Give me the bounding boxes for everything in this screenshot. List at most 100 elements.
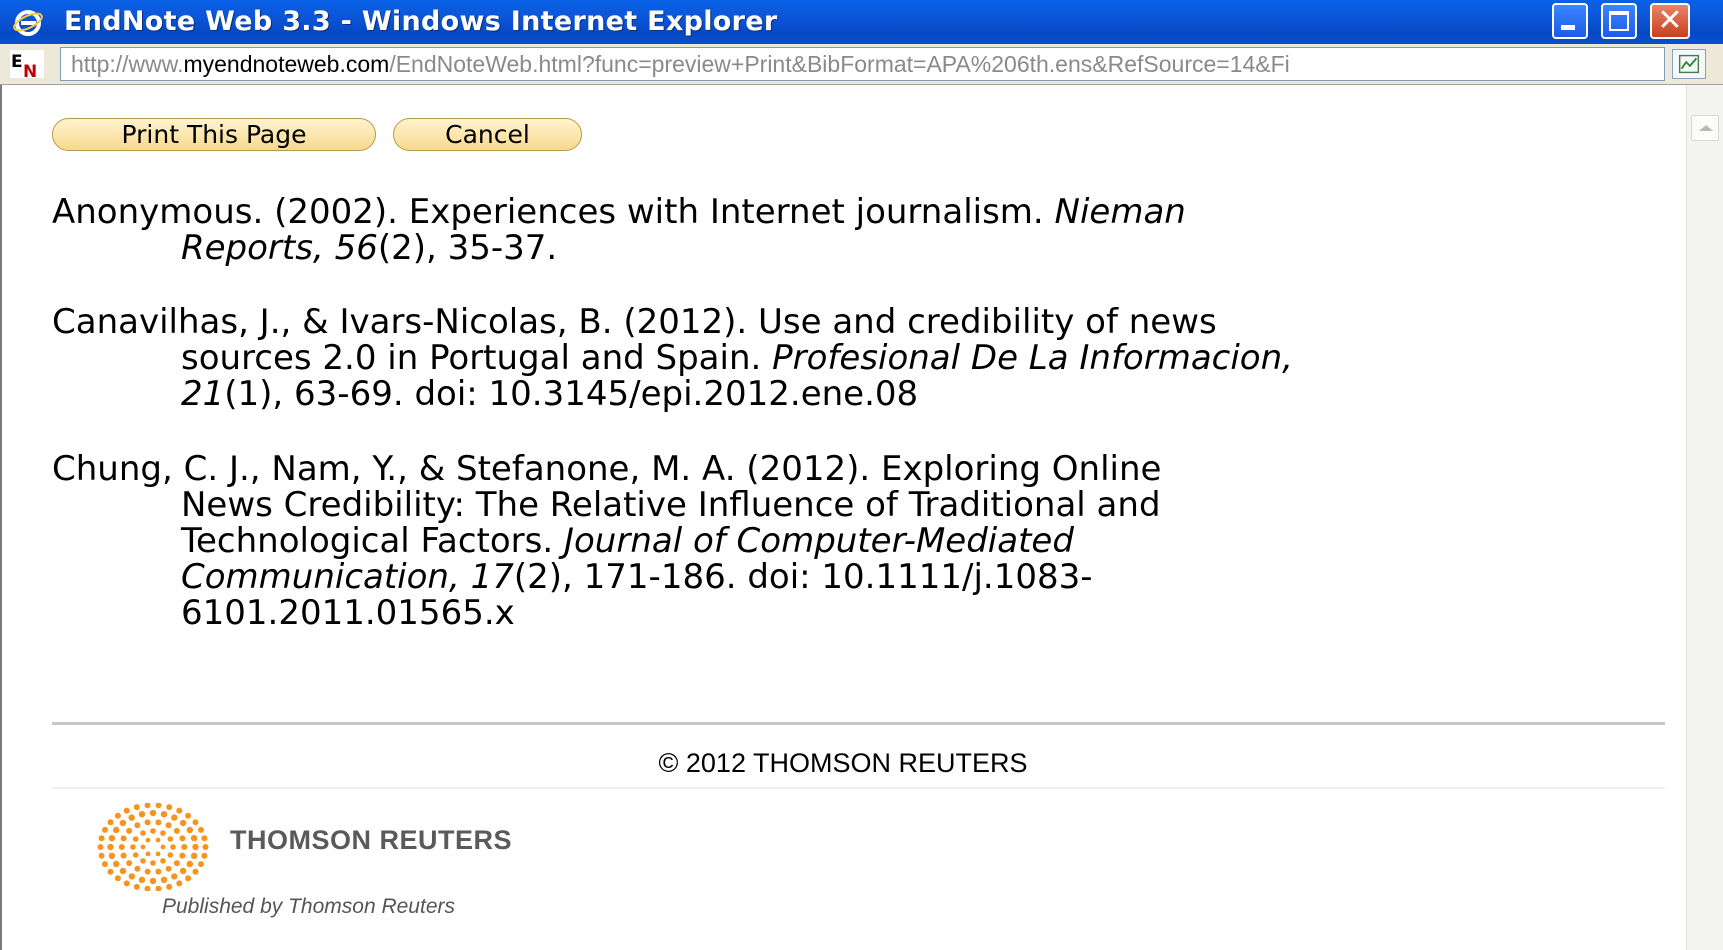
logo-dot xyxy=(171,814,178,821)
logo-dot xyxy=(114,812,121,819)
minimize-icon xyxy=(1561,25,1575,30)
page-status-icon[interactable] xyxy=(1672,49,1706,79)
close-button[interactable]: ✕ xyxy=(1650,3,1690,39)
reference-entry: Chung, C. J., Nam, Y., & Stefanone, M. A… xyxy=(52,449,1162,633)
logo-dot xyxy=(140,844,146,850)
published-by-text: Published by Thomson Reuters xyxy=(162,895,455,918)
logo-dot xyxy=(144,819,151,826)
url-text: http://www.myendnoteweb.com/EndNoteWeb.h… xyxy=(71,51,1290,77)
reference-entry: Canavilhas, J., & Ivars-Nicolas, B. (201… xyxy=(52,302,1293,414)
logo-dot xyxy=(202,844,209,850)
logo-dot xyxy=(198,861,204,868)
logo-dot xyxy=(160,811,168,818)
scroll-up-button[interactable] xyxy=(1691,115,1719,141)
logo-dot xyxy=(119,819,127,827)
logo-dot xyxy=(150,828,156,834)
footer-divider xyxy=(52,722,1665,725)
logo-dot xyxy=(119,867,127,875)
reference-entry: Anonymous. (2002). Experiences with Inte… xyxy=(52,192,1186,268)
logo-dot xyxy=(160,876,168,883)
logo-dot xyxy=(120,852,127,859)
chevron-up-icon xyxy=(1699,125,1713,131)
logo-dot xyxy=(192,843,199,851)
page-content: Print This Page Cancel Anonymous. (2002)… xyxy=(0,85,1686,950)
logo-dot xyxy=(149,877,157,885)
logo-dot xyxy=(176,807,183,814)
logo-dot xyxy=(201,835,208,842)
logo-dot xyxy=(155,803,162,809)
logo-dot xyxy=(181,844,188,850)
logo-dot xyxy=(130,844,136,850)
close-icon: ✕ xyxy=(1657,3,1683,38)
logo-dot xyxy=(107,819,114,826)
svg-text:N: N xyxy=(23,62,37,78)
logo-dot xyxy=(192,819,199,826)
logo-dot xyxy=(128,814,135,821)
logo-dot xyxy=(140,830,146,836)
logo-dot xyxy=(201,852,208,859)
logo-dot xyxy=(190,835,198,842)
logo-dot xyxy=(150,860,156,866)
logo-dot xyxy=(171,873,178,880)
logo-dot xyxy=(155,885,162,891)
vertical-scrollbar[interactable] xyxy=(1686,85,1723,950)
logo-dot xyxy=(126,827,133,834)
logo-dot xyxy=(134,822,141,829)
logo-dot xyxy=(144,803,151,809)
minimize-button[interactable] xyxy=(1552,3,1588,39)
logo-dot xyxy=(138,876,146,883)
logo-dot xyxy=(107,868,114,875)
maximize-button[interactable] xyxy=(1601,3,1637,39)
title-bar[interactable]: EndNote Web 3.3 - Windows Internet Explo… xyxy=(0,0,1723,44)
maximize-icon xyxy=(1609,11,1629,31)
logo-dot xyxy=(179,835,186,842)
logo-dot xyxy=(155,819,162,826)
logo-dot xyxy=(160,858,166,864)
logo-dot xyxy=(132,852,139,858)
logo-dot xyxy=(102,861,108,868)
endnote-favicon-icon: E N xyxy=(10,50,44,78)
logo-dot xyxy=(155,837,161,843)
logo-dot xyxy=(98,852,105,859)
logo-dot xyxy=(132,836,139,842)
logo-dot xyxy=(134,865,141,872)
logo-dot xyxy=(185,812,192,819)
copyright-text: © 2012 THOMSON REUTERS xyxy=(658,748,1028,778)
logo-dot xyxy=(126,860,133,867)
url-field[interactable]: http://www.myendnoteweb.com/EndNoteWeb.h… xyxy=(60,47,1665,81)
logo-dot xyxy=(123,807,130,814)
browser-window: EndNote Web 3.3 - Windows Internet Explo… xyxy=(0,0,1723,950)
logo-dot xyxy=(120,835,127,842)
internet-explorer-icon xyxy=(13,10,43,36)
logo-dot xyxy=(144,885,151,891)
logo-dot xyxy=(108,852,116,859)
logo-dot xyxy=(155,868,162,875)
logo-dot xyxy=(144,868,151,875)
print-this-page-button[interactable]: Print This Page xyxy=(52,118,376,151)
logo-dot xyxy=(167,852,174,858)
logo-dot xyxy=(108,835,116,842)
logo-dot xyxy=(98,835,105,842)
address-bar: E N http://www.myendnoteweb.com/EndNoteW… xyxy=(0,44,1723,85)
logo-dot xyxy=(123,880,130,887)
logo-dot xyxy=(145,851,151,857)
logo-dot xyxy=(107,843,114,851)
logo-dot xyxy=(133,883,140,890)
logo-dot xyxy=(176,880,183,887)
logo-dot xyxy=(160,844,166,850)
logo-dot xyxy=(186,826,193,834)
logo-dot xyxy=(149,809,157,817)
logo-dot xyxy=(165,865,172,872)
cancel-button[interactable]: Cancel xyxy=(393,118,582,151)
logo-dot xyxy=(145,837,151,843)
logo-dot xyxy=(128,873,135,880)
logo-dot xyxy=(185,875,192,882)
logo-dot xyxy=(173,827,180,834)
logo-dot xyxy=(160,830,166,836)
logo-dot xyxy=(190,852,198,859)
logo-dot xyxy=(173,860,180,867)
logo-dot xyxy=(198,826,204,833)
logo-dot xyxy=(170,844,176,850)
logo-dot xyxy=(186,860,193,868)
window-left-border xyxy=(0,85,2,950)
